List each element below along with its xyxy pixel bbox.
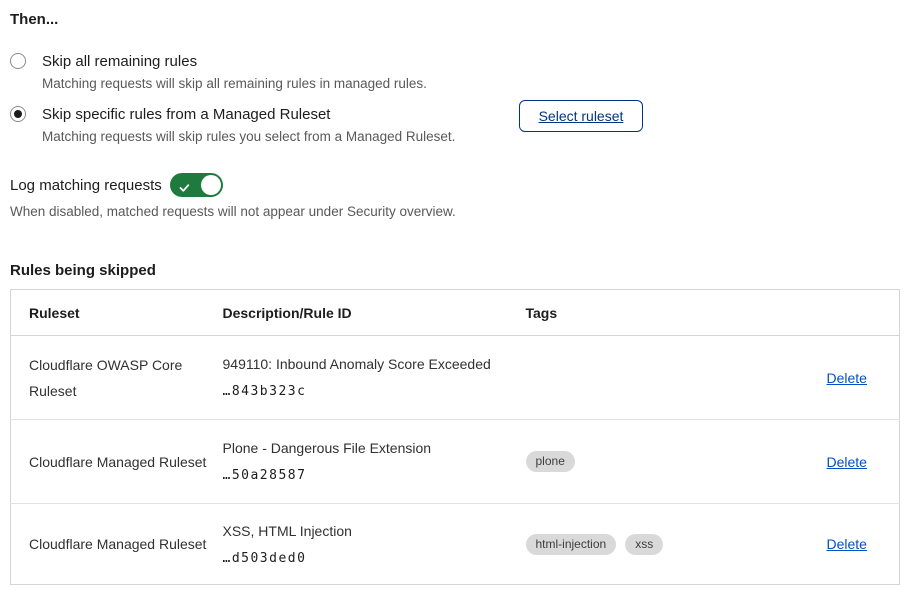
log-matching-requests-toggle[interactable] <box>170 173 223 197</box>
description-cell: 949110: Inbound Anomaly Score Exceeded …… <box>223 336 526 420</box>
option-skip-all-description: Matching requests will skip all remainin… <box>42 74 427 94</box>
ruleset-cell: Cloudflare OWASP Core Ruleset <box>11 336 223 420</box>
tags-cell: html-injection xss <box>526 504 827 585</box>
check-icon <box>179 180 190 198</box>
tags-cell: plone <box>526 420 827 504</box>
column-header-ruleset: Ruleset <box>11 290 223 336</box>
table-row: Cloudflare Managed Ruleset Plone - Dange… <box>11 420 900 504</box>
actions-cell: Delete <box>827 420 900 504</box>
description-cell: XSS, HTML Injection …d503ded0 <box>223 504 526 585</box>
rule-id: …d503ded0 <box>223 550 526 568</box>
rules-being-skipped-heading: Rules being skipped <box>10 261 156 281</box>
option-skip-specific-label: Skip specific rules from a Managed Rules… <box>42 104 455 125</box>
tag-pill: xss <box>625 534 663 555</box>
column-header-description: Description/Rule ID <box>223 290 526 336</box>
table-header-row: Ruleset Description/Rule ID Tags <box>11 290 900 336</box>
actions-cell: Delete <box>827 336 900 420</box>
then-heading: Then... <box>10 10 58 30</box>
delete-link[interactable]: Delete <box>827 536 867 552</box>
radio-skip-specific[interactable] <box>10 106 26 122</box>
tags-cell <box>526 336 827 420</box>
ruleset-cell: Cloudflare Managed Ruleset <box>11 420 223 504</box>
rule-id: …843b323c <box>223 383 526 401</box>
radio-skip-all[interactable] <box>10 53 26 69</box>
option-skip-specific-description: Matching requests will skip rules you se… <box>42 127 455 147</box>
log-matching-label: Log matching requests <box>10 177 162 194</box>
tag-pill: plone <box>526 451 575 472</box>
log-matching-description: When disabled, matched requests will not… <box>10 202 456 222</box>
toggle-knob <box>201 175 221 195</box>
ruleset-cell: Cloudflare Managed Ruleset <box>11 504 223 585</box>
description-cell: Plone - Dangerous File Extension …50a285… <box>223 420 526 504</box>
rule-id: …50a28587 <box>223 467 526 485</box>
tag-pill: html-injection <box>526 534 617 555</box>
rule-description: XSS, HTML Injection <box>223 521 526 541</box>
rules-table-body: Cloudflare OWASP Core Ruleset 949110: In… <box>11 336 900 585</box>
column-header-tags: Tags <box>526 290 827 336</box>
table-row: Cloudflare OWASP Core Ruleset 949110: In… <box>11 336 900 420</box>
rule-description: 949110: Inbound Anomaly Score Exceeded <box>223 354 526 374</box>
rule-description: Plone - Dangerous File Extension <box>223 438 526 458</box>
option-skip-all-label: Skip all remaining rules <box>42 51 427 72</box>
column-header-actions <box>827 290 900 336</box>
delete-link[interactable]: Delete <box>827 370 867 386</box>
rules-being-skipped-table: Ruleset Description/Rule ID Tags Cloudfl… <box>10 289 900 585</box>
actions-cell: Delete <box>827 504 900 585</box>
delete-link[interactable]: Delete <box>827 454 867 470</box>
log-matching-row: Log matching requests <box>10 173 223 197</box>
option-skip-all[interactable]: Skip all remaining rules Matching reques… <box>10 51 650 94</box>
select-ruleset-button[interactable]: Select ruleset <box>519 100 643 132</box>
table-row: Cloudflare Managed Ruleset XSS, HTML Inj… <box>11 504 900 585</box>
